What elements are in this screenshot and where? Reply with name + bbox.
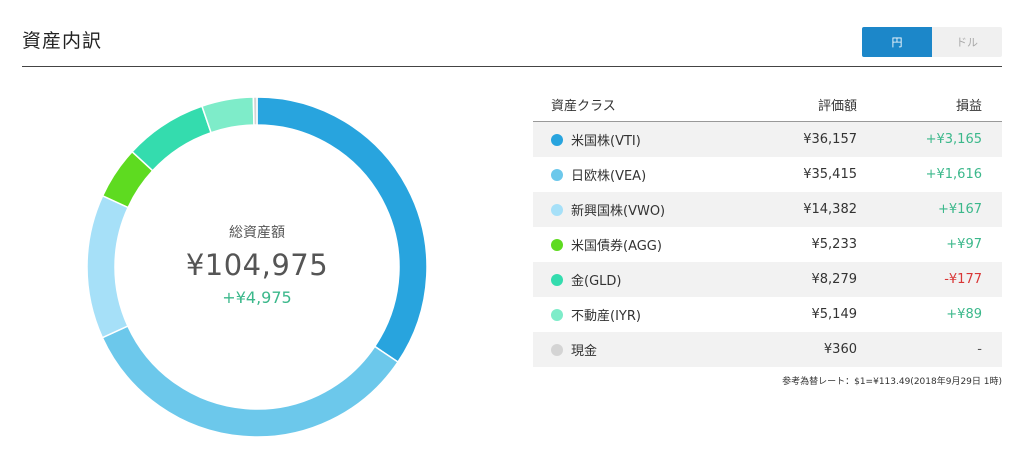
legend-dot bbox=[551, 239, 563, 251]
donut-slice bbox=[87, 194, 130, 339]
donut-slice bbox=[256, 97, 427, 364]
valuation-cell: ¥5,149 bbox=[811, 307, 858, 322]
donut-slice bbox=[201, 97, 255, 134]
yen-toggle-button[interactable]: 円 bbox=[862, 27, 932, 57]
valuation-cell: ¥14,382 bbox=[737, 192, 857, 227]
pnl-cell: +¥97 bbox=[946, 237, 982, 252]
donut-slice bbox=[131, 105, 212, 172]
asset-name: 新興国株(VWO) bbox=[571, 204, 666, 219]
asset-name-cell: 米国株(VTI) bbox=[533, 121, 737, 157]
table-row: 米国株(VTI) ¥36,157 +¥3,165 bbox=[533, 121, 1002, 157]
donut-slice bbox=[252, 97, 258, 126]
asset-class-header: 資産クラス bbox=[533, 88, 737, 122]
valuation-cell: ¥35,415 bbox=[803, 167, 857, 182]
asset-name: 金(GLD) bbox=[571, 274, 622, 289]
exchange-rate-note: 参考為替レート：$1=¥113.49(2018年9月29日 1時) bbox=[782, 377, 1002, 387]
valuation-cell: ¥8,279 bbox=[737, 262, 857, 297]
asset-table-header: 資産クラス 評価額 損益 bbox=[533, 88, 1002, 122]
pnl-header: 損益 bbox=[857, 88, 1002, 122]
valuation-cell: ¥36,157 bbox=[737, 121, 857, 157]
legend-dot bbox=[551, 274, 563, 286]
valuation-cell: ¥360 bbox=[737, 332, 857, 367]
asset-name-cell: 米国債券(AGG) bbox=[533, 227, 737, 262]
table-row: 新興国株(VWO) ¥14,382 +¥167 bbox=[533, 192, 1002, 227]
page-title: 資産内訳 bbox=[22, 30, 103, 52]
asset-name: 米国株(VTI) bbox=[571, 134, 641, 149]
legend-dot bbox=[551, 134, 563, 146]
asset-donut-chart bbox=[87, 97, 427, 437]
pnl-cell: -¥177 bbox=[857, 262, 1002, 297]
asset-name: 米国債券(AGG) bbox=[571, 239, 662, 254]
asset-name: 日欧株(VEA) bbox=[571, 169, 647, 184]
valuation-cell: ¥5,233 bbox=[811, 237, 858, 252]
table-row: 米国債券(AGG) ¥5,233 +¥97 bbox=[533, 227, 1002, 262]
asset-name-cell: 不動産(IYR) bbox=[533, 297, 737, 332]
asset-name-cell: 金(GLD) bbox=[533, 262, 737, 297]
pnl-cell: +¥89 bbox=[946, 307, 982, 322]
donut-slice bbox=[101, 325, 399, 437]
table-row: 日欧株(VEA) ¥35,415 +¥1,616 bbox=[533, 157, 1002, 192]
pnl-cell: +¥3,165 bbox=[857, 121, 1002, 157]
asset-name-cell: 現金 bbox=[533, 332, 737, 367]
valuation-header: 評価額 bbox=[737, 88, 857, 122]
legend-dot bbox=[551, 344, 563, 356]
currency-toggle: 円 ドル bbox=[862, 27, 1002, 57]
legend-dot bbox=[551, 169, 563, 181]
asset-table: 資産クラス 評価額 損益 米国株(VTI) ¥36,157 +¥3,165 日欧株(V… bbox=[533, 88, 1002, 367]
table-row: 不動産(IYR) ¥5,149 +¥89 bbox=[533, 297, 1002, 332]
legend-dot bbox=[551, 204, 563, 216]
table-row: 現金 ¥360- bbox=[533, 332, 1002, 367]
asset-name: 現金 bbox=[571, 344, 598, 359]
legend-dot bbox=[551, 309, 563, 321]
asset-name-cell: 新興国株(VWO) bbox=[533, 192, 737, 227]
pnl-cell: +¥167 bbox=[857, 192, 1002, 227]
asset-name-cell: 日欧株(VEA) bbox=[533, 157, 737, 192]
asset-name: 不動産(IYR) bbox=[571, 309, 641, 324]
pnl-cell: - bbox=[857, 332, 1002, 367]
dollar-toggle-button[interactable]: ドル bbox=[932, 27, 1002, 57]
header-divider bbox=[22, 66, 1002, 67]
pnl-cell: +¥1,616 bbox=[925, 167, 982, 182]
table-row: 金(GLD) ¥8,279 -¥177 bbox=[533, 262, 1002, 297]
